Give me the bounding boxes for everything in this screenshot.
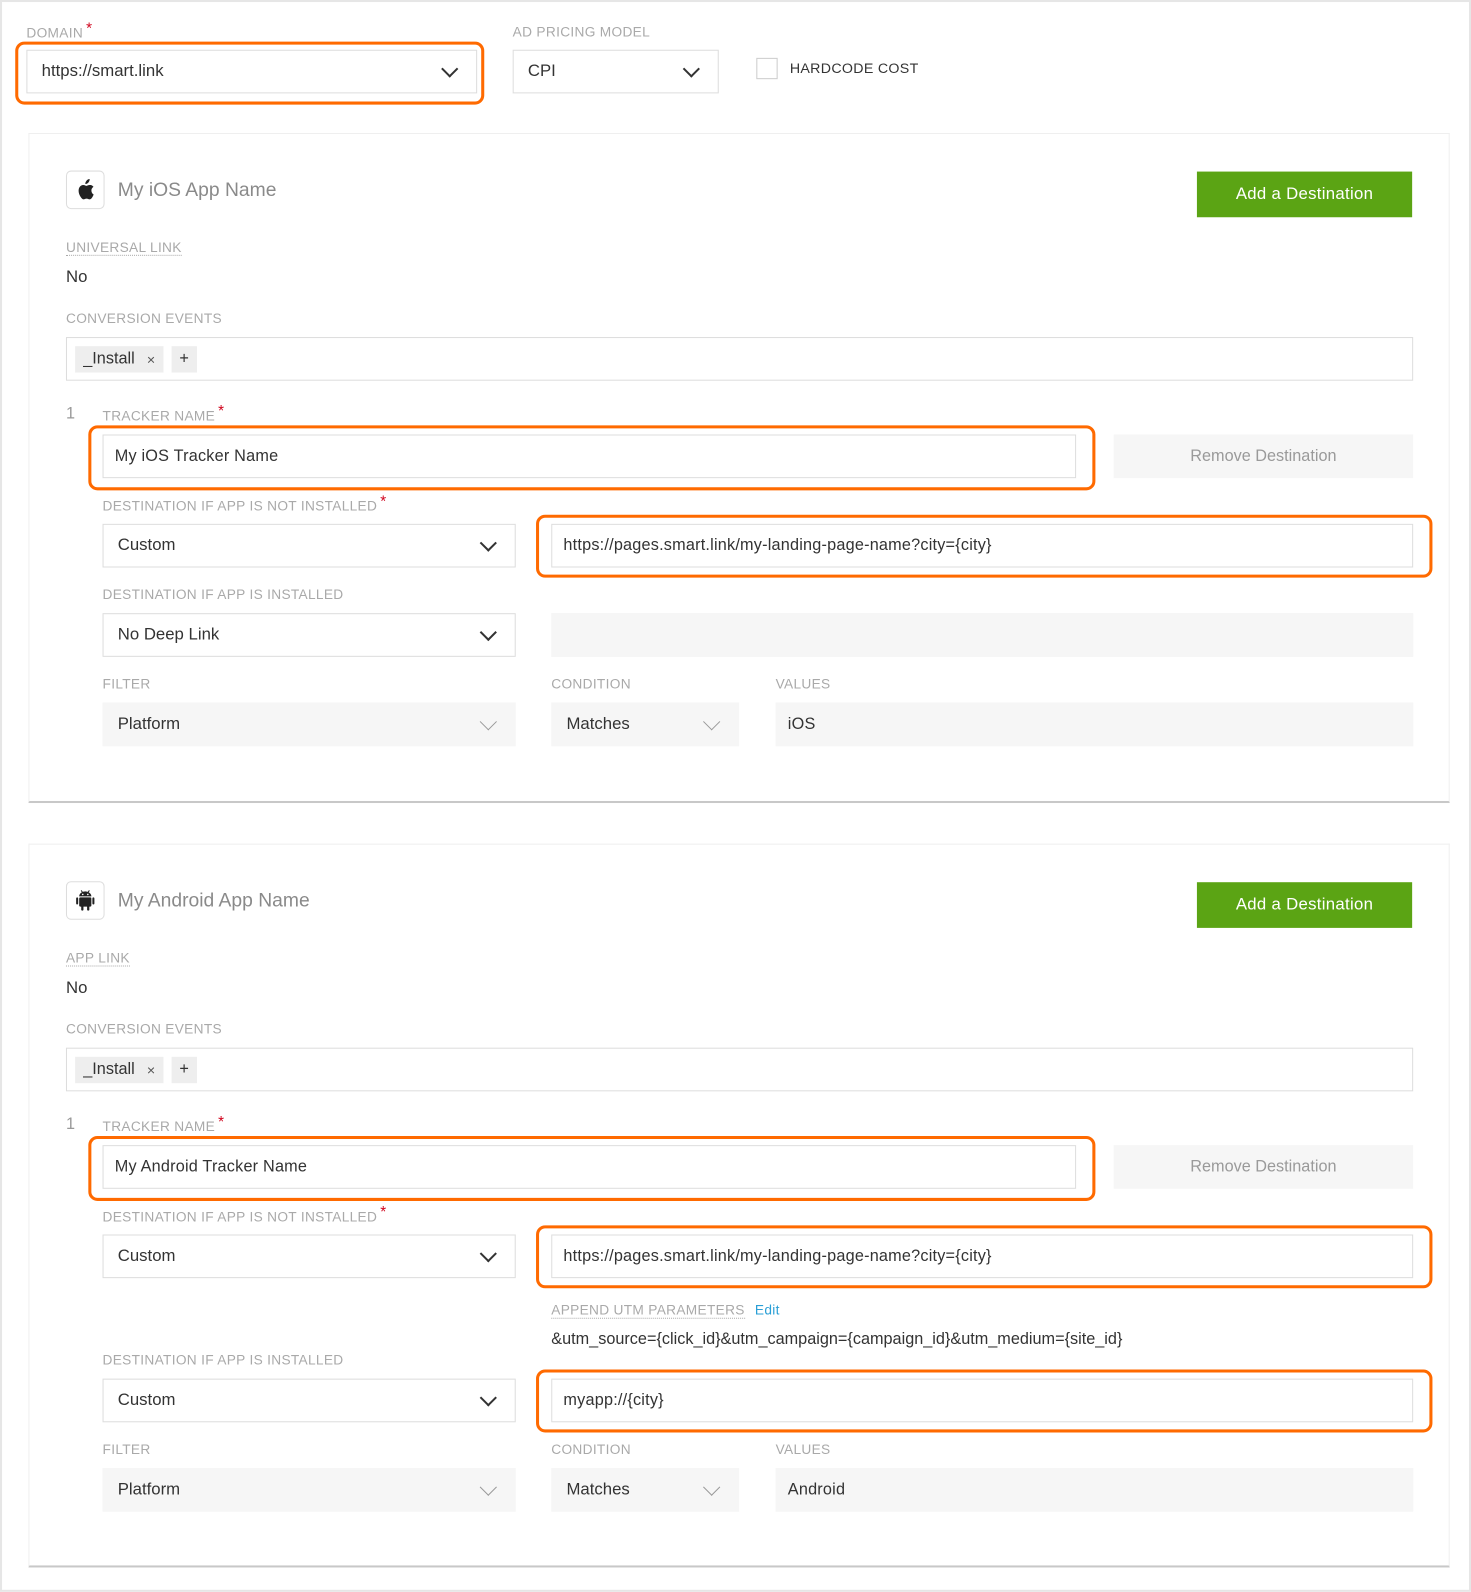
installed-select[interactable]: Custom [102,1378,516,1423]
android-app-card: My Android App Name Add a Destination AP… [28,843,1450,1568]
conversion-events-label: CONVERSION EVENTS [65,1021,222,1037]
app-link-label: APP LINK [65,950,130,967]
values-input[interactable]: Android [775,1467,1414,1512]
installed-url-input[interactable]: myapp://{city} [551,1378,1414,1423]
universal-link-label: UNIVERSAL LINK [65,239,182,256]
condition-label: CONDITION [551,676,631,692]
hardcode-cost-checkbox[interactable] [756,57,778,80]
not-installed-label: DESTINATION IF APP IS NOT INSTALLED * [102,493,387,514]
values-input[interactable]: iOS [775,702,1414,747]
app-name: My Android App Name [117,890,310,912]
select-value: Custom [117,1246,176,1265]
add-event-button[interactable]: + [171,345,197,373]
universal-link-value: No [65,268,88,287]
chip-label: _Install [83,1060,135,1078]
apple-icon [65,170,105,210]
select-value: Custom [117,536,176,555]
add-destination-button[interactable]: Add a Destination [1196,882,1413,928]
condition-select[interactable]: Matches [551,702,740,747]
chevron-down-icon [479,1244,497,1262]
remove-destination-button[interactable]: Remove Destination [1113,1145,1414,1189]
filter-label: FILTER [102,676,151,692]
destination-index: 1 [65,405,76,423]
ios-app-card: My iOS App Name Add a Destination UNIVER… [28,132,1450,804]
chevron-down-icon [479,1478,497,1496]
chevron-down-icon [479,712,497,730]
not-installed-select[interactable]: Custom [102,1234,516,1279]
pricing-value: CPI [527,61,556,81]
close-icon[interactable]: × [147,351,155,367]
installed-url-input-disabled [551,613,1414,657]
filter-select[interactable]: Platform [102,702,516,747]
not-installed-label: DESTINATION IF APP IS NOT INSTALLED * [102,1204,387,1225]
close-icon[interactable]: × [147,1061,155,1077]
chevron-down-icon [441,59,459,78]
utm-parameters: &utm_source={click_id}&utm_campaign={cam… [551,1330,1123,1349]
chevron-down-icon [479,1388,497,1407]
event-chip: _Install × [75,1056,164,1083]
utm-edit-link[interactable]: Edit [755,1303,780,1318]
not-installed-url-input[interactable]: https://pages.smart.link/my-landing-page… [551,523,1414,568]
conversion-events-input[interactable]: _Install × + [65,1047,1414,1092]
utm-label: APPEND UTM PARAMETERS Edit [551,1302,780,1319]
conversion-events-label: CONVERSION EVENTS [65,310,222,326]
app-link-value: No [65,978,88,997]
installed-label: DESTINATION IF APP IS INSTALLED [102,1352,344,1368]
domain-select[interactable]: https://smart.link [26,49,478,94]
not-installed-select[interactable]: Custom [102,523,516,568]
event-chip: _Install × [75,345,164,373]
chevron-down-icon [703,712,721,730]
tracker-name-input[interactable]: My Android Tracker Name [102,1145,1077,1189]
chevron-down-icon [703,1478,721,1496]
select-value: Custom [117,1390,176,1410]
filter-label: FILTER [102,1441,151,1457]
select-value: Platform [117,1480,181,1499]
condition-select[interactable]: Matches [551,1467,740,1512]
values-label: VALUES [775,1441,831,1457]
installed-label: DESTINATION IF APP IS INSTALLED [102,586,344,603]
domain-value: https://smart.link [41,61,164,81]
chevron-down-icon [479,534,497,552]
destination-index: 1 [65,1115,76,1133]
hardcode-cost-label: HARDCODE COST [789,59,919,77]
condition-label: CONDITION [551,1441,631,1457]
pricing-label: AD PRICING MODEL [512,24,651,40]
smart-link-form: DOMAIN * https://smart.link AD PRICING MO… [0,0,1471,1592]
chip-label: _Install [83,349,135,367]
chevron-down-icon [479,623,497,641]
tracker-name-input[interactable]: My iOS Tracker Name [102,434,1077,479]
add-destination-button[interactable]: Add a Destination [1196,171,1413,218]
not-installed-url-input[interactable]: https://pages.smart.link/my-landing-page… [551,1234,1414,1279]
add-event-button[interactable]: + [171,1056,197,1083]
chevron-down-icon [682,59,700,78]
conversion-events-input[interactable]: _Install × + [65,337,1414,381]
select-value: Platform [117,714,181,733]
filter-select[interactable]: Platform [102,1467,516,1512]
select-value: Matches [566,1480,630,1499]
android-icon [65,881,105,920]
pricing-select[interactable]: CPI [512,49,719,94]
values-label: VALUES [775,676,831,692]
domain-label: DOMAIN * [26,20,93,41]
tracker-name-label: TRACKER NAME * [102,403,225,424]
tracker-name-label: TRACKER NAME * [102,1113,225,1134]
app-name: My iOS App Name [117,179,277,202]
select-value: No Deep Link [117,625,220,644]
installed-select[interactable]: No Deep Link [102,613,516,657]
remove-destination-button[interactable]: Remove Destination [1113,434,1414,479]
select-value: Matches [566,714,630,733]
